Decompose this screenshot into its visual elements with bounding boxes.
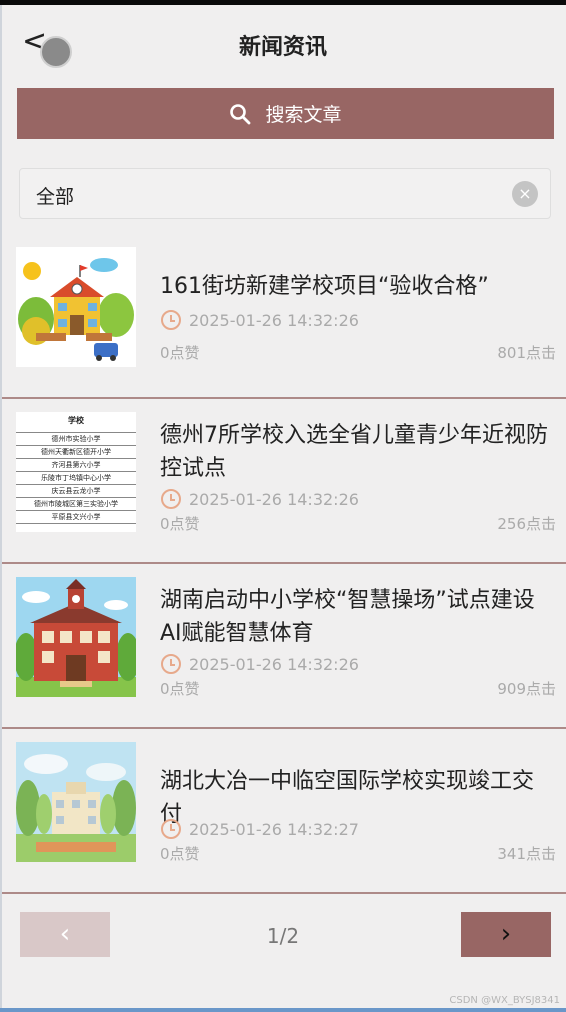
article-time-text: 2025-01-26 14:32:26 bbox=[189, 654, 359, 674]
article-title: 湖南启动中小学校“智慧操场”试点建设 AI赋能智慧体育 bbox=[160, 588, 535, 646]
article-thumbnail bbox=[16, 577, 136, 697]
article-title: 161街坊新建学校项目“验收合格” bbox=[160, 274, 489, 299]
article-clicks: 801点击 bbox=[497, 344, 556, 362]
clock-icon bbox=[161, 310, 181, 330]
header: < 新闻资讯 bbox=[0, 5, 566, 80]
clear-icon[interactable]: × bbox=[512, 181, 538, 207]
category-filter[interactable]: 全部 × bbox=[19, 168, 551, 219]
article-time: 2025-01-26 14:32:26 bbox=[161, 310, 359, 330]
article-likes: 0点赞 bbox=[160, 680, 200, 698]
article-list: 161街坊新建学校项目“验收合格” 2025-01-26 14:32:26 0点… bbox=[2, 234, 566, 894]
article-time-text: 2025-01-26 14:32:26 bbox=[189, 310, 359, 330]
thumb-row: 平原县文兴小学 bbox=[16, 510, 136, 524]
article-item[interactable]: 161街坊新建学校项目“验收合格” 2025-01-26 14:32:26 0点… bbox=[2, 234, 566, 399]
thumb-row: 德州天衢新区德开小学 bbox=[16, 445, 136, 458]
clock-icon bbox=[161, 654, 181, 674]
article-likes: 0点赞 bbox=[160, 344, 200, 362]
thumb-row: 庆云县云龙小学 bbox=[16, 484, 136, 497]
article-clicks: 341点击 bbox=[497, 845, 556, 863]
article-clicks: 909点击 bbox=[497, 680, 556, 698]
article-time: 2025-01-26 14:32:26 bbox=[161, 654, 359, 674]
thumb-row: 齐河县第六小学 bbox=[16, 458, 136, 471]
page-title: 新闻资讯 bbox=[238, 35, 327, 60]
school-cartoon-image bbox=[16, 247, 136, 367]
search-button[interactable]: 搜索文章 bbox=[17, 88, 554, 139]
article-item[interactable]: 湖北大冶一中临空国际学校实现竣工交付 2025-01-26 14:32:27 0… bbox=[2, 729, 566, 894]
article-likes: 0点赞 bbox=[160, 515, 200, 533]
school-campus-painting-image bbox=[16, 742, 136, 862]
next-page-button[interactable]: › bbox=[461, 912, 551, 957]
article-item[interactable]: 湖南启动中小学校“智慧操场”试点建设 AI赋能智慧体育 2025-01-26 1… bbox=[2, 564, 566, 729]
article-title: 德州7所学校入选全省儿童青少年近视防控试点 bbox=[160, 423, 548, 481]
article-thumbnail: 学校 德州市实验小学 德州天衢新区德开小学 齐河县第六小学 乐陵市丁坞镇中心小学… bbox=[16, 412, 136, 532]
article-thumbnail bbox=[16, 247, 136, 367]
article-time: 2025-01-26 14:32:27 bbox=[161, 819, 359, 839]
article-time: 2025-01-26 14:32:26 bbox=[161, 489, 359, 509]
thumb-row: 德州市陵城区第三实验小学 bbox=[16, 497, 136, 510]
watermark: CSDN @WX_BYSJ8341 bbox=[449, 995, 560, 1006]
thumb-row: 乐陵市丁坞镇中心小学 bbox=[16, 471, 136, 484]
article-thumbnail bbox=[16, 742, 136, 862]
article-likes: 0点赞 bbox=[160, 845, 200, 863]
search-icon bbox=[230, 103, 251, 124]
search-button-label: 搜索文章 bbox=[265, 104, 342, 126]
thumb-heading: 学校 bbox=[68, 415, 84, 425]
article-clicks: 256点击 bbox=[497, 515, 556, 533]
red-school-building-image bbox=[16, 577, 136, 697]
bottom-bar bbox=[0, 1008, 566, 1012]
clock-icon bbox=[161, 819, 181, 839]
article-time-text: 2025-01-26 14:32:27 bbox=[189, 819, 359, 839]
category-filter-value: 全部 bbox=[36, 186, 75, 208]
thumb-row: 德州市实验小学 bbox=[16, 432, 136, 445]
clock-icon bbox=[161, 489, 181, 509]
article-item[interactable]: 学校 德州市实验小学 德州天衢新区德开小学 齐河县第六小学 乐陵市丁坞镇中心小学… bbox=[2, 399, 566, 564]
article-time-text: 2025-01-26 14:32:26 bbox=[189, 489, 359, 509]
